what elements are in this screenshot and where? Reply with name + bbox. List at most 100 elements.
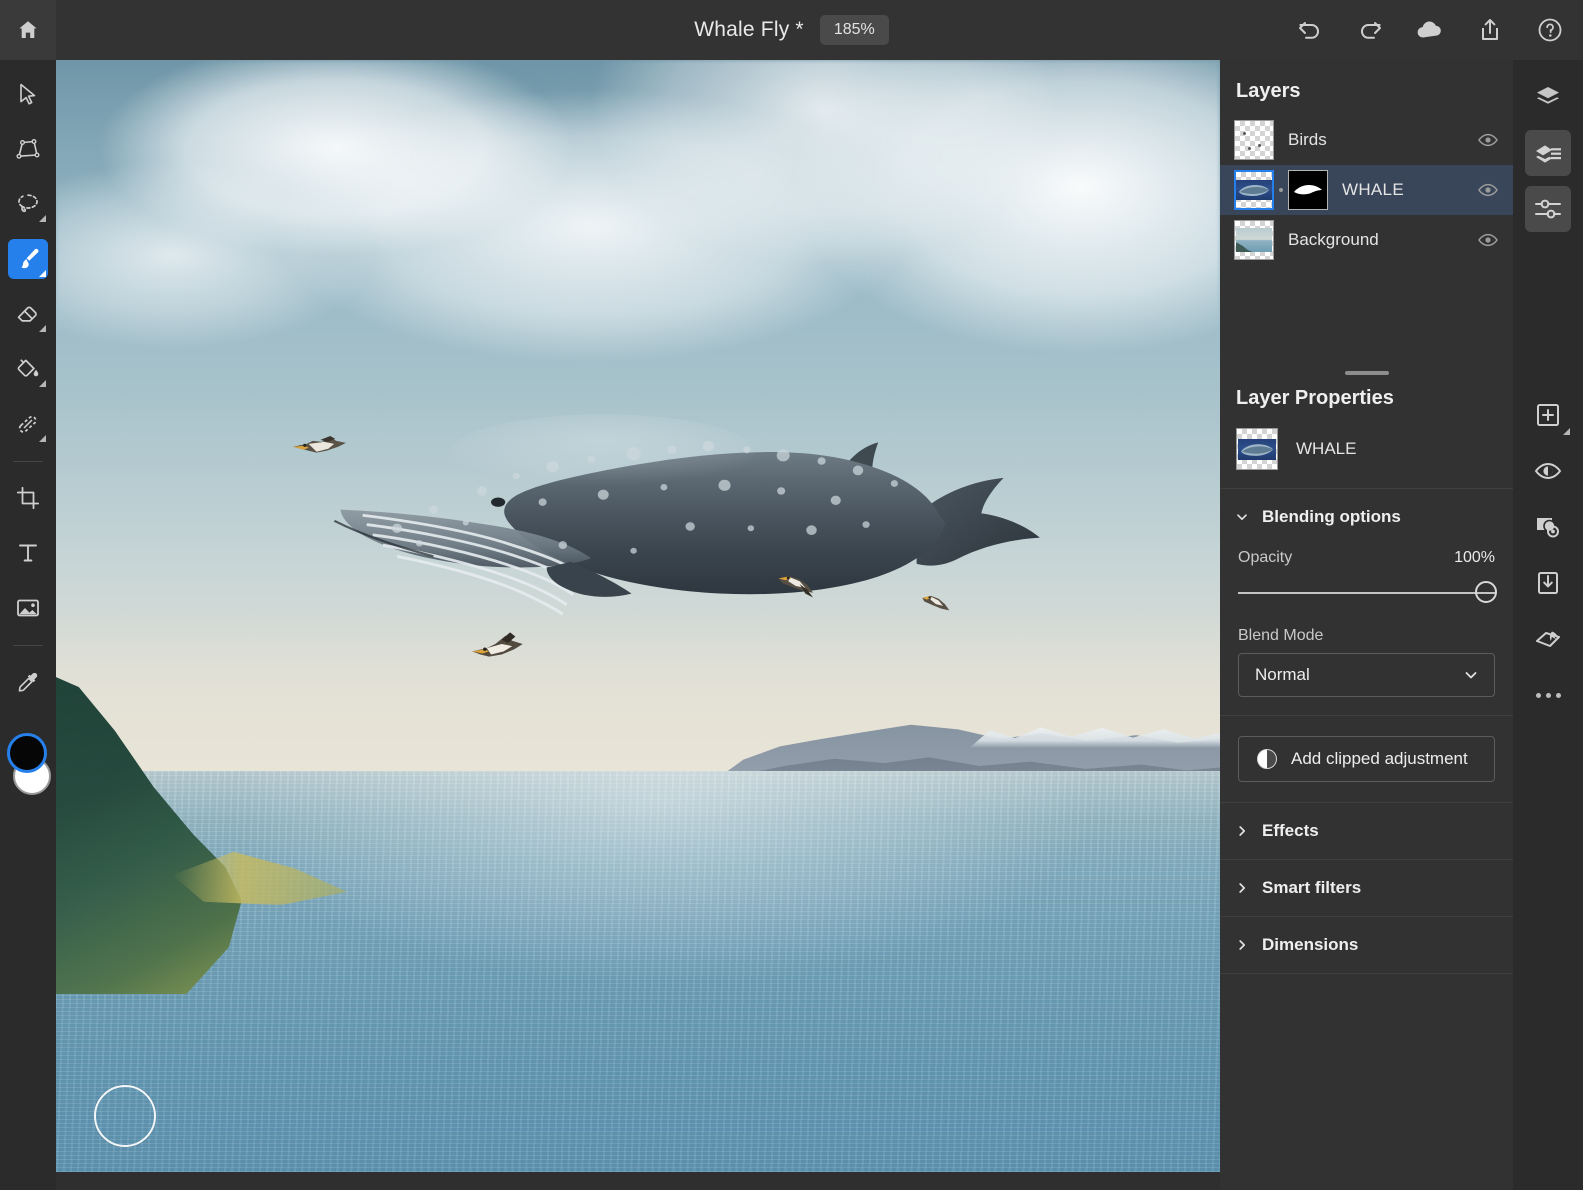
layer-thumbnail-birds[interactable]: [1234, 120, 1274, 160]
layer-visibility-toggle-birds[interactable]: [1477, 129, 1499, 151]
color-swatches[interactable]: [5, 731, 51, 801]
mask-visibility-button[interactable]: [1525, 448, 1571, 494]
bird-pelican-3: [771, 566, 825, 606]
dimensions-label: Dimensions: [1262, 935, 1359, 954]
opacity-slider-track: [1238, 592, 1495, 594]
layer-properties-layer-name: WHALE: [1296, 439, 1357, 458]
layer-row-whale[interactable]: WHALE: [1220, 165, 1513, 215]
healing-brush-tool[interactable]: [8, 404, 48, 444]
photoshop-app-window: Whale Fly * 185% Layers Birds WHALE Back…: [0, 0, 1583, 1190]
layer-properties-thumbnail[interactable]: [1236, 428, 1278, 470]
layer-thumbnail-whale[interactable]: [1234, 170, 1274, 210]
sea-specular-highlight: [56, 770, 1220, 1172]
undo-button[interactable]: [1295, 15, 1325, 45]
move-select-tool[interactable]: [8, 74, 48, 114]
document-title: Whale Fly *: [694, 18, 804, 41]
opacity-slider[interactable]: [1238, 581, 1497, 605]
home-button[interactable]: [0, 0, 56, 60]
cursor-arrow-icon: [20, 83, 36, 105]
thumb-whale-art: [1238, 439, 1276, 460]
thumb-background-art: [1236, 228, 1272, 252]
smart-filters-section-header[interactable]: Smart filters: [1220, 860, 1513, 916]
select-subject-button[interactable]: [1525, 504, 1571, 550]
eraser-icon: [17, 306, 37, 322]
panel-divider: [1220, 973, 1513, 974]
place-image-tool[interactable]: [8, 588, 48, 628]
bird-pelican-2: [470, 625, 538, 665]
type-tool[interactable]: [8, 533, 48, 573]
layer-visibility-toggle-background[interactable]: [1477, 229, 1499, 251]
brush-cursor: [94, 1085, 156, 1147]
share-icon: [1482, 19, 1498, 40]
thumb-whale-shape: [1239, 185, 1269, 196]
blending-options-label: Blending options: [1262, 507, 1401, 526]
add-clipped-adjustment-label: Add clipped adjustment: [1291, 749, 1468, 768]
bird-pelican-1: [291, 429, 354, 465]
cloud-sync-button[interactable]: [1415, 15, 1445, 45]
layer-thumbnail-background[interactable]: [1234, 220, 1274, 260]
layer-row-birds[interactable]: Birds: [1220, 115, 1513, 165]
share-button[interactable]: [1475, 15, 1505, 45]
opacity-slider-knob[interactable]: [1475, 581, 1497, 603]
add-clipped-adjustment-button[interactable]: Add clipped adjustment: [1238, 736, 1495, 782]
crop-tool[interactable]: [8, 478, 48, 518]
layer-mask-thumbnail-whale[interactable]: [1288, 170, 1328, 210]
chevron-right-icon: [1239, 883, 1246, 893]
adjustments-button[interactable]: [1525, 186, 1571, 232]
eye-icon: [1478, 233, 1498, 247]
canvas-viewport[interactable]: [56, 60, 1220, 1172]
lasso-select-tool[interactable]: [8, 184, 48, 224]
type-icon: [19, 544, 37, 562]
transform-layer-button[interactable]: [1525, 616, 1571, 662]
foreground-color-swatch[interactable]: [7, 733, 47, 773]
thumb-bird-mark: [1248, 147, 1251, 150]
eye-icon: [1478, 183, 1498, 197]
layer-properties-button[interactable]: [1525, 130, 1571, 176]
add-layer-button[interactable]: [1525, 392, 1571, 438]
chevron-right-icon: [1239, 940, 1246, 950]
thumb-bird-mark: [1243, 132, 1246, 135]
redo-button[interactable]: [1355, 15, 1385, 45]
transform-tool[interactable]: [8, 129, 48, 169]
more-options-button[interactable]: [1525, 672, 1571, 718]
blend-mode-select[interactable]: Normal: [1238, 653, 1495, 697]
fill-tool[interactable]: [8, 349, 48, 389]
dimensions-section-header[interactable]: Dimensions: [1220, 917, 1513, 973]
brush-icon: [21, 248, 39, 269]
blend-mode-label: Blend Mode: [1238, 627, 1324, 644]
layer-properties-title: Layer Properties: [1236, 387, 1394, 409]
smart-filters-label: Smart filters: [1262, 878, 1362, 897]
brush-tool[interactable]: [8, 239, 48, 279]
layer-visibility-toggle-whale[interactable]: [1477, 179, 1499, 201]
whale-highlight: [452, 414, 756, 489]
clipping-mask-button[interactable]: [1525, 560, 1571, 606]
add-layer-icon: [1537, 404, 1559, 426]
tool-flyout-indicator: [39, 435, 46, 442]
mask-whale-shape: [1294, 185, 1322, 195]
help-button[interactable]: [1535, 15, 1565, 45]
lasso-icon: [18, 194, 38, 213]
effects-section-header[interactable]: Effects: [1220, 803, 1513, 859]
mask-link-dot: [1279, 188, 1283, 192]
thumb-bird-mark: [1258, 144, 1261, 147]
home-icon: [19, 21, 37, 38]
eyedropper-tool[interactable]: [8, 662, 48, 702]
blending-options-section-header[interactable]: Blending options: [1220, 489, 1513, 545]
eraser-tool[interactable]: [8, 294, 48, 334]
healing-brush-icon: [18, 415, 37, 433]
panel-resize-grip[interactable]: [1220, 365, 1513, 381]
left-toolbar: [0, 60, 56, 1190]
cloud-icon: [1417, 21, 1441, 38]
tool-flyout-indicator: [39, 325, 46, 332]
top-bar-actions: [1295, 0, 1565, 60]
zoom-level-chip[interactable]: 185%: [819, 15, 889, 45]
thumb-whale-art: [1236, 180, 1272, 200]
chevron-down-icon: [1237, 514, 1247, 521]
layer-row-background[interactable]: Background: [1220, 215, 1513, 265]
adjustment-icon: [1257, 749, 1277, 769]
eye-icon: [1478, 133, 1498, 147]
panel-divider: [1220, 715, 1513, 716]
transform-icon: [16, 139, 40, 159]
adjustments-icon: [1535, 199, 1561, 219]
layers-panel-button[interactable]: [1525, 74, 1571, 120]
